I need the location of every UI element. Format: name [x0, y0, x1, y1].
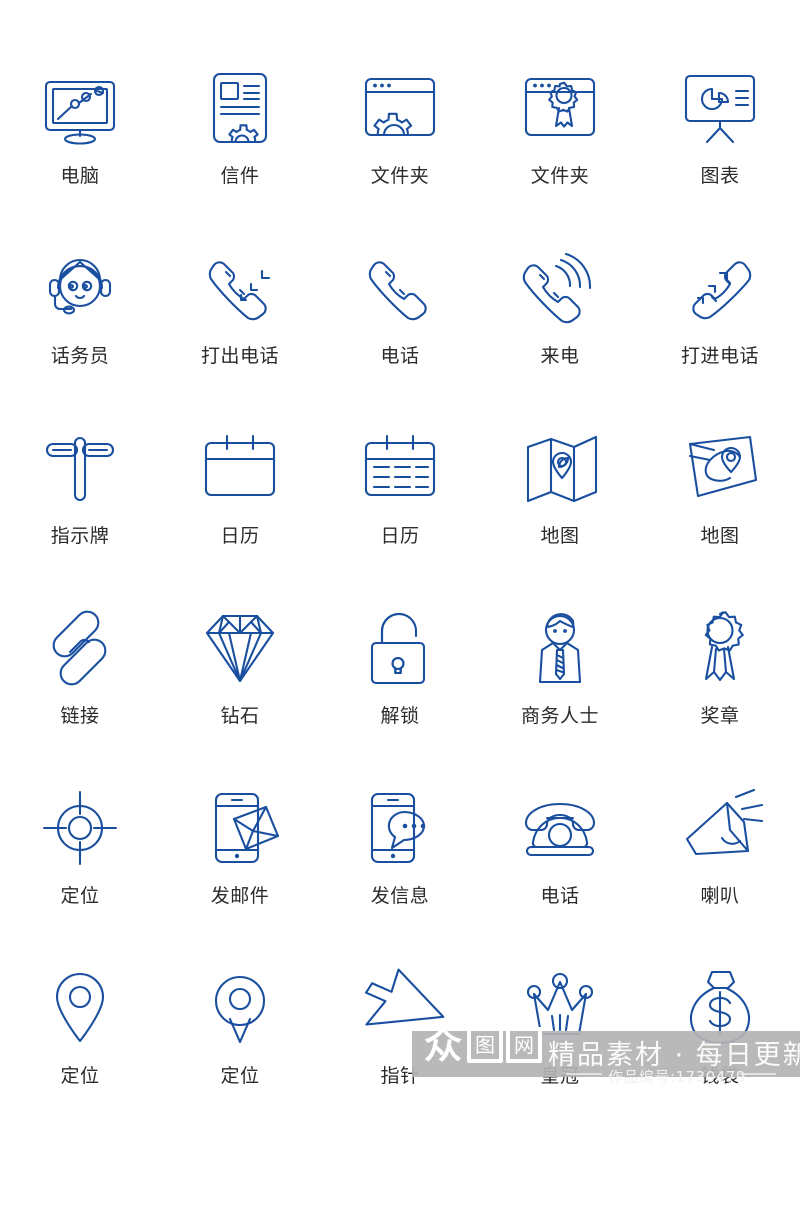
computer-monitor-chart-icon[interactable] — [34, 62, 126, 154]
icon-cell[interactable]: 信件 — [160, 62, 320, 242]
icon-label: 话务员 — [50, 345, 110, 367]
icon-label: 文件夹 — [370, 165, 430, 187]
icon-cell[interactable]: 打出电话 — [160, 242, 320, 422]
icon-cell[interactable]: 商务人士 — [480, 602, 640, 782]
icon-cell[interactable]: 电话 — [320, 242, 480, 422]
icon-label: 指示牌 — [50, 525, 110, 547]
icon-label: 电话 — [380, 345, 420, 367]
signpost-icon[interactable] — [34, 422, 126, 514]
phone-incoming-ring-icon[interactable] — [514, 242, 606, 334]
icon-cell[interactable]: 来电 — [480, 242, 640, 422]
phone-incoming-call-icon[interactable] — [674, 242, 766, 334]
icon-sheet: 电脑 信件 文件夹 文件夹 图表 话务员 打出电话 电话 来电 打进电话 指示牌 日历 日历 地图 地图 链接… — [0, 0, 800, 1205]
crown-icon[interactable] — [514, 962, 606, 1054]
unlock-padlock-icon[interactable] — [354, 602, 446, 694]
businessman-icon[interactable] — [514, 602, 606, 694]
folded-map-pin-icon[interactable] — [514, 422, 606, 514]
map-route-pin-icon[interactable] — [674, 422, 766, 514]
megaphone-icon[interactable] — [674, 782, 766, 874]
crosshair-target-icon[interactable] — [34, 782, 126, 874]
calendar-lines-icon[interactable] — [354, 422, 446, 514]
icon-cell[interactable]: 话务员 — [0, 242, 160, 422]
presentation-board-pie-chart-icon[interactable] — [674, 62, 766, 154]
icon-cell[interactable]: 指示牌 — [0, 422, 160, 602]
icon-cell[interactable]: 发邮件 — [160, 782, 320, 962]
icon-cell[interactable]: 喇叭 — [640, 782, 800, 962]
icon-label: 定位 — [60, 1065, 100, 1087]
rotary-telephone-icon[interactable] — [514, 782, 606, 874]
icon-label: 定位 — [60, 885, 100, 907]
icon-cell[interactable]: 地图 — [480, 422, 640, 602]
icon-cell[interactable]: 指针 — [320, 962, 480, 1142]
icon-cell[interactable]: 地图 — [640, 422, 800, 602]
icon-label: 来电 — [540, 345, 580, 367]
icon-label: 日历 — [220, 525, 260, 547]
icon-cell[interactable]: 解锁 — [320, 602, 480, 782]
icon-cell[interactable]: 定位 — [0, 782, 160, 962]
icon-label: 地图 — [540, 525, 580, 547]
icon-label: 电话 — [540, 885, 580, 907]
icon-label: 打出电话 — [200, 345, 279, 367]
icon-cell[interactable]: 文件夹 — [480, 62, 640, 242]
icon-label: 文件夹 — [530, 165, 590, 187]
icon-label: 定位 — [220, 1065, 260, 1087]
icon-label: 电脑 — [60, 165, 100, 187]
icon-label: 日历 — [380, 525, 420, 547]
chain-link-icon[interactable] — [34, 602, 126, 694]
icon-cell[interactable]: 定位 — [0, 962, 160, 1142]
icon-label: 链接 — [60, 705, 100, 727]
icon-label: 喇叭 — [700, 885, 740, 907]
browser-window-badge-icon[interactable] — [514, 62, 606, 154]
phone-send-mail-icon[interactable] — [194, 782, 286, 874]
icon-cell[interactable]: 皇冠 — [480, 962, 640, 1142]
phone-send-message-icon[interactable] — [354, 782, 446, 874]
map-pin-teardrop-icon[interactable] — [194, 962, 286, 1054]
icon-label: 发信息 — [370, 885, 430, 907]
icon-label: 钱袋 — [700, 1065, 740, 1087]
icon-label: 解锁 — [380, 705, 420, 727]
icon-cell[interactable]: 图表 — [640, 62, 800, 242]
icon-label: 钻石 — [220, 705, 260, 727]
award-ribbon-icon[interactable] — [674, 602, 766, 694]
browser-window-gear-icon[interactable] — [354, 62, 446, 154]
icon-cell[interactable]: 打进电话 — [640, 242, 800, 422]
icon-cell[interactable]: 日历 — [320, 422, 480, 602]
icon-label: 信件 — [220, 165, 260, 187]
icon-grid: 电脑 信件 文件夹 文件夹 图表 话务员 打出电话 电话 来电 打进电话 指示牌 日历 日历 地图 地图 链接… — [0, 62, 800, 1142]
headset-operator-icon[interactable] — [34, 242, 126, 334]
document-gear-letter-icon[interactable] — [194, 62, 286, 154]
cursor-arrow-icon[interactable] — [354, 962, 446, 1054]
icon-label: 图表 — [700, 165, 740, 187]
icon-cell[interactable]: 发信息 — [320, 782, 480, 962]
diamond-icon[interactable] — [194, 602, 286, 694]
icon-cell[interactable]: 钻石 — [160, 602, 320, 782]
money-bag-icon[interactable] — [674, 962, 766, 1054]
icon-cell[interactable]: 链接 — [0, 602, 160, 782]
icon-label: 发邮件 — [210, 885, 270, 907]
icon-label: 商务人士 — [520, 705, 599, 727]
icon-label: 地图 — [700, 525, 740, 547]
icon-cell[interactable]: 定位 — [160, 962, 320, 1142]
icon-cell[interactable]: 电话 — [480, 782, 640, 962]
icon-label: 皇冠 — [540, 1065, 580, 1087]
icon-label: 奖章 — [700, 705, 740, 727]
phone-handset-icon[interactable] — [354, 242, 446, 334]
phone-outgoing-call-icon[interactable] — [194, 242, 286, 334]
icon-cell[interactable]: 日历 — [160, 422, 320, 602]
icon-cell[interactable]: 文件夹 — [320, 62, 480, 242]
icon-cell[interactable]: 电脑 — [0, 62, 160, 242]
icon-cell[interactable]: 钱袋 — [640, 962, 800, 1142]
calendar-blank-icon[interactable] — [194, 422, 286, 514]
icon-label: 打进电话 — [680, 345, 759, 367]
map-pin-round-icon[interactable] — [34, 962, 126, 1054]
icon-cell[interactable]: 奖章 — [640, 602, 800, 782]
icon-label: 指针 — [380, 1065, 420, 1087]
